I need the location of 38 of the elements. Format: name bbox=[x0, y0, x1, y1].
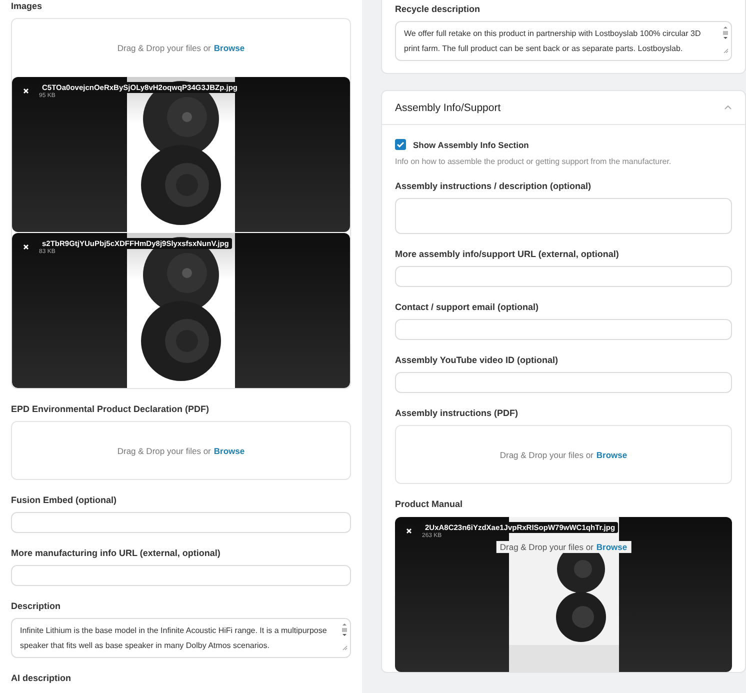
drop-prompt: Drag & Drop your files or bbox=[117, 446, 211, 456]
drop-prompt: Drag & Drop your files or bbox=[500, 450, 594, 460]
field-label: Contact / support email (optional) bbox=[395, 301, 540, 313]
field-label: Assembly instructions / description (optional) bbox=[395, 180, 592, 192]
field-label: Images bbox=[11, 0, 44, 12]
field-label: More assembly info/support URL (external, optional) bbox=[395, 248, 620, 260]
drop-zone[interactable]: Drag & Drop your files or Browse bbox=[395, 425, 732, 484]
section-title: Assembly Info/Support bbox=[395, 102, 501, 114]
chevron-icon[interactable] bbox=[724, 105, 732, 110]
checkbox-label: Show Assembly Info Section bbox=[413, 140, 529, 150]
input-field[interactable] bbox=[11, 512, 351, 533]
input-field[interactable] bbox=[395, 266, 732, 287]
input-field[interactable] bbox=[395, 372, 732, 393]
scrollbar-icon[interactable] bbox=[341, 622, 348, 650]
browse-link[interactable]: Browse bbox=[214, 42, 245, 52]
field-label: Fusion Embed (optional) bbox=[11, 494, 118, 506]
text-area[interactable]: Infinite Lithium is the base model in the Infinite Acoustic HiFi range. It is a multipurpose speaker that fits well as base speaker in many Dolby Atmos scenarios. bbox=[11, 618, 351, 658]
text-area[interactable] bbox=[395, 198, 732, 234]
field-label: Assembly instructions (PDF) bbox=[395, 407, 520, 419]
browse-link[interactable]: Browse bbox=[214, 446, 245, 456]
input-field[interactable] bbox=[11, 565, 351, 586]
field-label: Assembly YouTube video ID (optional) bbox=[395, 354, 560, 366]
drop-prompt: Drag & Drop your files or bbox=[117, 42, 211, 52]
field-label: More manufacturing info URL (external, optional) bbox=[11, 547, 222, 559]
drop-zone[interactable]: Drag & Drop your files or Browse bbox=[11, 421, 351, 480]
browse-link[interactable]: Browse bbox=[596, 450, 628, 460]
input-field[interactable] bbox=[395, 319, 732, 340]
scrollbar-icon[interactable] bbox=[722, 25, 729, 53]
field-label: AI description bbox=[11, 672, 72, 684]
browse-link[interactable]: Browse bbox=[596, 542, 628, 552]
help-text: Info on how to assemble the product or getting support from the manufacturer. bbox=[395, 157, 672, 166]
field-label: Product Manual bbox=[395, 498, 464, 510]
text-area[interactable]: We offer full retake on this product in partnership with Lostboyslab 100% circular 3D print farm. The full product can be sent back or as separate parts. Lostboyslab. bbox=[395, 21, 732, 61]
field-label: EPD Environmental Product Declaration (PDF) bbox=[11, 403, 210, 415]
drop-prompt: Drag & Drop your files or bbox=[500, 542, 594, 552]
field-label: Recycle description bbox=[395, 3, 482, 15]
checkbox[interactable] bbox=[395, 139, 406, 150]
field-label: Description bbox=[11, 600, 62, 612]
